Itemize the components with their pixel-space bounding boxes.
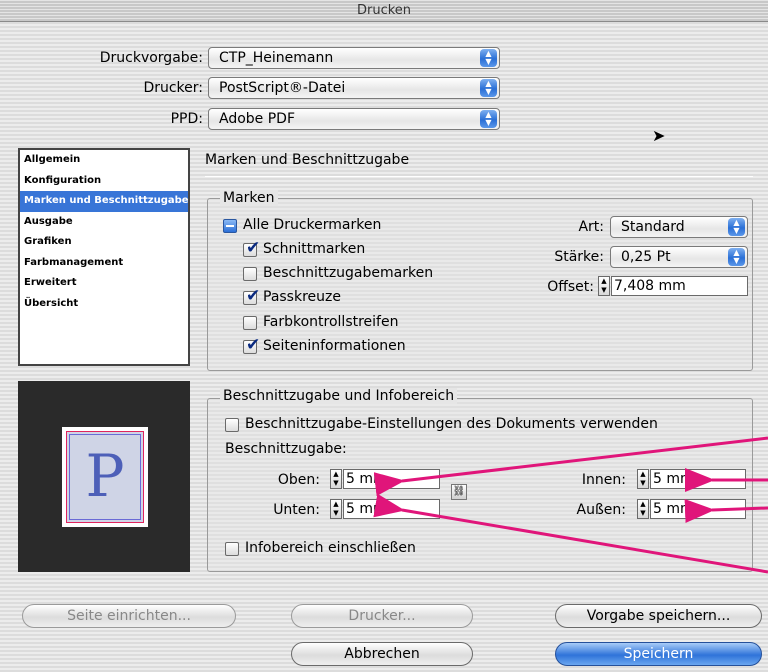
mouse-pointer-icon: ➤ (652, 126, 666, 145)
checkmark-icon: ✔ (246, 335, 261, 355)
offset-field[interactable]: 7,408 mm (611, 276, 748, 296)
bleed-marks-label: Beschnittzugabemarken (263, 265, 434, 281)
sidebar-item-farbmanagement[interactable]: Farbmanagement (20, 253, 188, 274)
inside-field[interactable]: 5 mm (650, 469, 746, 489)
outside-stepper[interactable]: ▲ ▼ (637, 499, 649, 519)
category-list[interactable]: Allgemein Konfiguration Marken und Besch… (18, 148, 190, 366)
printer-value: PostScript®-Datei (219, 80, 346, 96)
save-preset-button[interactable]: Vorgabe speichern... (555, 604, 762, 628)
sidebar-item-grafiken[interactable]: Grafiken (20, 232, 188, 253)
sidebar-item-konfiguration[interactable]: Konfiguration (20, 171, 188, 192)
popup-arrows-icon: ▲ ▼ (480, 79, 497, 97)
registration-label: Passkreuze (263, 289, 341, 305)
offset-label: Offset: (547, 279, 594, 295)
top-label: Oben: (277, 472, 320, 488)
popup-arrows-icon: ▲ ▼ (728, 218, 745, 236)
preset-value: CTP_Heinemann (219, 50, 334, 66)
page-setup-button[interactable]: Seite einrichten... (22, 604, 236, 628)
preset-popup[interactable]: CTP_Heinemann ▲ ▼ (208, 47, 500, 69)
ppd-popup[interactable]: Adobe PDF ▲ ▼ (208, 108, 500, 130)
preview-pane: P (18, 381, 190, 572)
printer-popup[interactable]: PostScript®-Datei ▲ ▼ (208, 77, 500, 99)
bottom-label: Unten: (273, 502, 320, 518)
cancel-button[interactable]: Abbrechen (291, 642, 473, 666)
bleed-group-title: Beschnittzugabe und Infobereich (220, 388, 458, 404)
crop-marks-label: Schnittmarken (263, 241, 366, 257)
crop-marks-checkbox[interactable]: ✔ (243, 238, 260, 258)
ppd-label: PPD: (170, 111, 203, 127)
type-popup[interactable]: Standard ▲ ▼ (610, 216, 748, 238)
panel-title: Marken und Beschnittzugabe (205, 152, 410, 168)
preview-letter: P (85, 442, 125, 510)
sidebar-item-erweitert[interactable]: Erweitert (20, 273, 188, 294)
page-info-checkbox[interactable]: ✔ (243, 335, 260, 355)
popup-arrows-icon: ▲ ▼ (480, 110, 497, 128)
save-button[interactable]: Speichern (555, 642, 762, 666)
use-doc-bleed-label: Beschnittzugabe-Einstellungen des Dokume… (245, 416, 658, 432)
inside-stepper[interactable]: ▲ ▼ (637, 469, 649, 489)
popup-arrows-icon: ▲ ▼ (728, 248, 745, 266)
panel-separator (205, 176, 753, 177)
slug-label: Infobereich einschließen (245, 540, 416, 556)
type-value: Standard (621, 219, 685, 235)
sidebar-item-uebersicht[interactable]: Übersicht (20, 294, 188, 315)
bottom-stepper[interactable]: ▲ ▼ (330, 499, 342, 519)
bottom-field[interactable]: 5 mm (343, 499, 440, 519)
popup-arrows-icon: ▲ ▼ (480, 49, 497, 67)
bleed-marks-checkbox[interactable] (243, 267, 257, 281)
bleed-heading: Beschnittzugabe: (225, 441, 347, 457)
ppd-value: Adobe PDF (219, 111, 296, 127)
printer-button[interactable]: Drucker... (291, 604, 473, 628)
color-bars-checkbox[interactable] (243, 316, 257, 330)
preset-label: Druckvorgabe: (99, 50, 203, 66)
page-preview: P (62, 427, 148, 527)
sidebar-item-marken[interactable]: Marken und Beschnittzugabe (20, 191, 188, 212)
outside-field[interactable]: 5 mm (650, 499, 746, 519)
use-doc-bleed-checkbox[interactable] (225, 418, 239, 432)
sidebar-item-ausgabe[interactable]: Ausgabe (20, 212, 188, 233)
checkmark-icon: ✔ (246, 286, 261, 306)
sidebar-item-allgemein[interactable]: Allgemein (20, 150, 188, 171)
page-info-label: Seiteninformationen (263, 338, 406, 354)
checkmark-icon: ✔ (246, 238, 261, 258)
weight-popup[interactable]: 0,25 Pt ▲ ▼ (610, 246, 748, 268)
type-label: Art: (578, 219, 604, 235)
color-bars-label: Farbkontrollstreifen (263, 314, 399, 330)
registration-checkbox[interactable]: ✔ (243, 286, 260, 306)
weight-value: 0,25 Pt (621, 249, 671, 265)
slug-checkbox[interactable] (225, 542, 239, 556)
window-title: Drucken (0, 0, 768, 22)
all-marks-label: Alle Druckermarken (243, 217, 382, 233)
weight-label: Stärke: (554, 249, 604, 265)
link-chain-icon[interactable]: ⛓ (451, 484, 467, 500)
printer-label: Drucker: (143, 80, 203, 96)
mixed-state-icon (226, 225, 234, 227)
inside-label: Innen: (581, 472, 626, 488)
top-field[interactable]: 5 mm (343, 469, 440, 489)
top-stepper[interactable]: ▲ ▼ (330, 469, 342, 489)
all-marks-checkbox[interactable] (223, 219, 237, 233)
marks-group-title: Marken (220, 190, 278, 206)
outside-label: Außen: (576, 502, 626, 518)
offset-stepper[interactable]: ▲ ▼ (598, 276, 610, 296)
